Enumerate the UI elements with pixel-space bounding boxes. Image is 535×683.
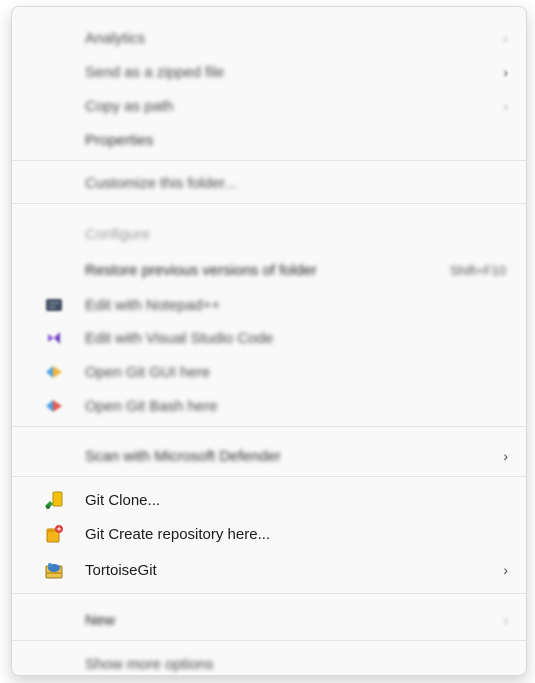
menu-item-label: Properties [85, 131, 154, 149]
chevron-right-icon: › [503, 562, 508, 578]
menu-item-properties[interactable]: Properties [16, 123, 522, 157]
menu-separator [12, 426, 526, 427]
visual-studio-icon [44, 328, 64, 348]
menu-item-label: Analytics [85, 29, 146, 47]
context-menu: Analytics › Send as a zipped file › Copy… [11, 6, 527, 676]
menu-item-customize[interactable]: Customize this folder... [16, 166, 522, 200]
menu-item-label: Open Git GUI here [85, 363, 211, 381]
menu-item-notepad[interactable]: Edit with Notepad++ [16, 288, 522, 322]
menu-item-label: New [85, 611, 116, 629]
menu-item-configure: Configure [16, 217, 522, 251]
menu-item-label: Customize this folder... [85, 174, 237, 192]
menu-item-label: Git Clone... [85, 491, 161, 509]
menu-separator [12, 593, 526, 594]
menu-separator [12, 640, 526, 641]
menu-item-label: Copy as path [85, 97, 174, 115]
chevron-right-icon: › [503, 64, 508, 80]
menu-item-shortcut: Shift+F10 [449, 262, 506, 278]
menu-item-label: Restore previous versions of folder [85, 261, 317, 279]
menu-item-git-create-repo[interactable]: Git Create repository here... [16, 517, 522, 551]
chevron-right-icon: › [503, 98, 508, 114]
menu-separator [12, 203, 526, 204]
menu-item-label: Configure [85, 225, 151, 243]
menu-item-label: Send as a zipped file [85, 63, 225, 81]
chevron-right-icon: › [503, 30, 508, 46]
git-clone-icon [44, 490, 64, 510]
notepad-icon [44, 295, 64, 315]
menu-item-analytics[interactable]: Analytics › [16, 21, 522, 55]
menu-separator [12, 476, 526, 477]
chevron-right-icon: › [503, 612, 508, 628]
menu-item-label: Git Create repository here... [85, 525, 271, 543]
menu-item-label: Show more options [85, 655, 214, 673]
menu-item-label: Edit with Visual Studio Code [85, 329, 274, 347]
menu-item-label: Scan with Microsoft Defender [85, 447, 281, 465]
menu-item-defender-scan[interactable]: Scan with Microsoft Defender › [16, 439, 522, 473]
menu-item-vscode[interactable]: Edit with Visual Studio Code [16, 321, 522, 355]
menu-item-label: Edit with Notepad++ [85, 296, 221, 314]
menu-item-copy-as-path[interactable]: Copy as path › [16, 89, 522, 123]
menu-item-git-bash[interactable]: Open Git Bash here [16, 389, 522, 423]
git-create-repo-icon [44, 524, 64, 544]
menu-item-new[interactable]: New › [16, 603, 522, 637]
menu-item-show-more-options[interactable]: Show more options [16, 647, 522, 681]
menu-item-git-clone[interactable]: Git Clone... [16, 483, 522, 517]
menu-item-label: Open Git Bash here [85, 397, 218, 415]
menu-item-restore-versions[interactable]: Restore previous versions of folder Shif… [16, 253, 522, 287]
menu-item-tortoisegit[interactable]: TortoiseGit › [16, 553, 522, 587]
git-bash-icon [44, 396, 64, 416]
menu-item-send-to[interactable]: Send as a zipped file › [16, 55, 522, 89]
menu-separator [12, 160, 526, 161]
chevron-right-icon: › [503, 448, 508, 464]
git-gui-icon [44, 362, 64, 382]
menu-item-git-gui[interactable]: Open Git GUI here [16, 355, 522, 389]
menu-item-label: TortoiseGit [85, 561, 157, 579]
tortoisegit-icon [44, 560, 64, 580]
